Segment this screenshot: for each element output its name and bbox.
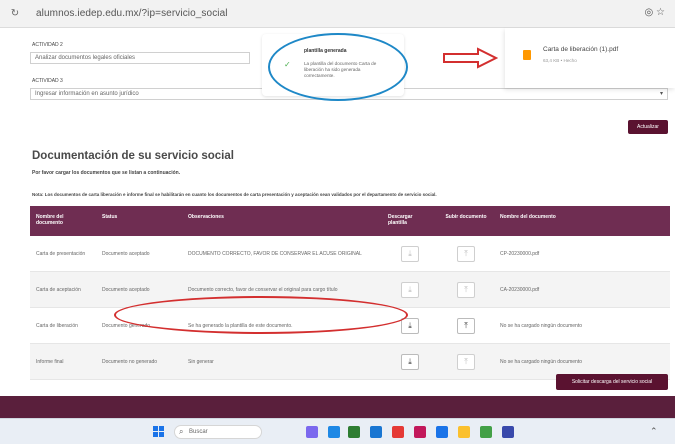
pdf-file-icon [523, 50, 531, 60]
activity2-label: ACTIVIDAD 2 [32, 42, 63, 48]
chevron-up-icon[interactable]: ⌃ [650, 426, 660, 438]
row-doc-name: Carta de presentación [36, 250, 86, 257]
upload-icon[interactable]: ⤒ [457, 353, 475, 370]
browser-toolbar: ◎ ☆ [645, 7, 665, 18]
taskbar-app-icon[interactable] [480, 426, 492, 438]
taskbar-app-icon[interactable] [414, 426, 426, 438]
reload-icon[interactable]: ↻ [8, 7, 22, 21]
download-size: 63,4 KB • Hecho [543, 58, 577, 63]
note-text: Nota: Los documentos de carta liberación… [32, 192, 437, 197]
row-status: Documento aceptado [102, 250, 150, 257]
url-text[interactable]: alumnos.iedep.edu.mx/?ip=servicio_social [36, 8, 228, 19]
download-template-icon[interactable]: ⤓ [401, 353, 419, 370]
download-template-icon[interactable]: ⤓ [401, 317, 419, 334]
site-footer [0, 396, 675, 418]
chevron-down-icon: ▾ [659, 91, 663, 97]
row-doc-name: Carta de aceptación [36, 286, 81, 293]
instruction-text: Por favor cargar los documentos que se l… [32, 170, 181, 176]
download-template-icon[interactable]: ⤓ [401, 245, 419, 262]
annotation-circle-red [114, 296, 408, 334]
update-button[interactable]: Actualizar [628, 120, 668, 134]
taskbar-search-placeholder: Buscar [189, 429, 208, 435]
col-download: Descargar plantilla [388, 214, 413, 226]
upload-icon[interactable]: ⤒ [457, 317, 475, 334]
row-status: Documento aceptado [102, 286, 150, 293]
activity3-label: ACTIVIDAD 3 [32, 78, 63, 84]
upload-icon[interactable]: ⤒ [457, 281, 475, 298]
windows-start-icon[interactable] [153, 426, 165, 438]
taskbar-search[interactable]: ⌕ Buscar [174, 425, 262, 439]
download-popup[interactable]: Carta de liberación (1).pdf 63,4 KB • He… [505, 28, 675, 88]
row-observations: DOCUMENTO CORRECTO, FAVOR DE CONSERVAR E… [188, 250, 362, 257]
browser-address-bar: ↻ alumnos.iedep.edu.mx/?ip=servicio_soci… [0, 0, 675, 28]
taskbar-app-icon[interactable] [392, 426, 404, 438]
annotation-arrow [443, 47, 498, 69]
folder-icon[interactable] [458, 426, 470, 438]
annotation-circle-blue [268, 33, 408, 101]
activity3-value: Ingresar información en asunto jurídico [35, 91, 139, 97]
download-template-icon[interactable]: ⤓ [401, 281, 419, 298]
taskbar: ⌕ Buscar ⌃ [0, 418, 675, 444]
taskbar-app-icon[interactable] [328, 426, 340, 438]
row-file-name: CP-20230000.pdf [500, 250, 540, 257]
taskbar-app-icon[interactable] [502, 426, 514, 438]
taskbar-app-icon[interactable] [306, 426, 318, 438]
activity2-value: Analizar documentos legales oficiales [35, 55, 136, 61]
section-title: Documentación de su servicio social [32, 150, 234, 162]
col-observations: Observaciones [188, 214, 224, 220]
col-doc-name: Nombre del documento [36, 214, 64, 226]
row-doc-name: Informe final [36, 358, 64, 365]
row-observations: Documento correcto, favor de conservar e… [188, 286, 338, 293]
request-download-button[interactable]: Solicitar descarga del servicio social [556, 374, 668, 390]
search-icon: ⌕ [179, 427, 184, 436]
col-status: Status [102, 214, 118, 220]
chrome-icon[interactable] [436, 426, 448, 438]
col-upload: Subir documento [445, 214, 487, 220]
taskbar-app-icon[interactable] [348, 426, 360, 438]
documents-table: Nombre del documento Status Observacione… [30, 206, 670, 380]
row-doc-name: Carta de liberación [36, 322, 78, 329]
row-file-name: No se ha cargado ningún documento [500, 358, 583, 365]
row-observations: Sin generar [188, 358, 214, 365]
download-filename[interactable]: Carta de liberación (1).pdf [543, 46, 618, 53]
activity2-select[interactable]: Analizar documentos legales oficiales [30, 52, 250, 64]
upload-icon[interactable]: ⤒ [457, 245, 475, 262]
taskbar-app-icon[interactable] [370, 426, 382, 438]
row-status: Documento no generado [102, 358, 158, 365]
col-file-name: Nombre del documento [500, 214, 556, 220]
browser-extension-icons[interactable]: ◎ ☆ [645, 7, 665, 18]
row-file-name: CA-20230000.pdf [500, 286, 540, 293]
table-row: Carta de presentación Documento aceptado… [30, 236, 670, 272]
table-header: Nombre del documento Status Observacione… [30, 206, 670, 236]
row-file-name: No se ha cargado ningún documento [500, 322, 583, 329]
